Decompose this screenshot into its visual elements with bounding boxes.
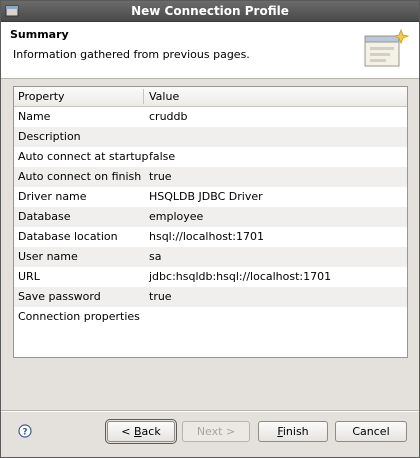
row-property: Database	[18, 210, 71, 223]
finish-button[interactable]: Finish	[258, 421, 328, 442]
column-header-property[interactable]: Property	[18, 90, 65, 103]
row-property: Auto connect on finish	[18, 170, 142, 183]
row-property: Auto connect at startup	[18, 150, 149, 163]
back-mnemonic: B	[134, 425, 142, 438]
column-divider[interactable]	[143, 89, 144, 104]
wizard-header: Summary Information gathered from previo…	[1, 22, 419, 79]
row-property: Description	[18, 130, 81, 143]
table-row[interactable]: Auto connect at startup false	[14, 147, 407, 167]
row-property: Driver name	[18, 190, 87, 203]
row-value: true	[149, 290, 172, 303]
table-row[interactable]: Driver name HSQLDB JDBC Driver	[14, 187, 407, 207]
window-title: New Connection Profile	[131, 4, 289, 18]
cancel-button[interactable]: Cancel	[335, 421, 407, 442]
row-value: HSQLDB JDBC Driver	[149, 190, 263, 203]
svg-text:?: ?	[22, 428, 27, 438]
wizard-banner-icon	[363, 26, 410, 72]
finish-label: inish	[282, 425, 309, 438]
table-row[interactable]: Auto connect on finish true	[14, 167, 407, 187]
row-property: Name	[18, 110, 51, 123]
back-label: ack	[141, 425, 161, 438]
column-header-value[interactable]: Value	[149, 90, 179, 103]
table-row[interactable]: Connection properties	[14, 307, 407, 327]
table-body: Name cruddb Description Auto connect at s…	[14, 107, 407, 327]
page-description: Information gathered from previous pages…	[13, 48, 250, 61]
row-value: true	[149, 170, 172, 183]
button-bar-separator	[1, 410, 419, 412]
row-property: Database location	[18, 230, 118, 243]
help-icon[interactable]: ?	[18, 424, 32, 438]
page-title: Summary	[10, 28, 69, 41]
row-property: Save password	[18, 290, 101, 303]
table-row[interactable]: Description	[14, 127, 407, 147]
row-property: Connection properties	[18, 310, 140, 323]
table-row[interactable]: User name sa	[14, 247, 407, 267]
table-row[interactable]: URL jdbc:hsqldb:hsql://localhost:1701	[14, 267, 407, 287]
next-button[interactable]: Next >	[182, 421, 250, 442]
dialog-window: New Connection Profile Summary Informati…	[0, 0, 420, 458]
row-value: employee	[149, 210, 204, 223]
row-property: URL	[18, 270, 40, 283]
row-value: jdbc:hsqldb:hsql://localhost:1701	[149, 270, 332, 283]
table-row[interactable]: Database location hsql://localhost:1701	[14, 227, 407, 247]
row-value: hsql://localhost:1701	[149, 230, 264, 243]
row-property: User name	[18, 250, 78, 263]
row-value: cruddb	[149, 110, 188, 123]
table-row[interactable]: Save password true	[14, 287, 407, 307]
table-header: Property Value	[14, 87, 407, 107]
table-row[interactable]: Database employee	[14, 207, 407, 227]
row-value: false	[149, 150, 176, 163]
summary-table[interactable]: Property Value Name cruddb Description Au…	[13, 86, 408, 358]
back-prefix: <	[121, 425, 134, 438]
table-row[interactable]: Name cruddb	[14, 107, 407, 127]
title-bar[interactable]: New Connection Profile	[1, 1, 419, 22]
row-value: sa	[149, 250, 162, 263]
back-button[interactable]: < Back	[105, 419, 177, 444]
